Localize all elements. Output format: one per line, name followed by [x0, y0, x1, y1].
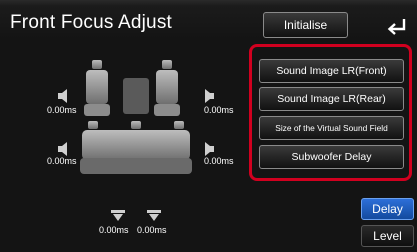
page-title: Front Focus Adjust	[10, 12, 173, 33]
car-seats-graphic	[80, 60, 192, 174]
sound-image-front-button[interactable]: Sound Image LR(Front)	[259, 59, 404, 83]
subwoofer-right-value[interactable]: 0.00ms	[137, 225, 167, 235]
tab-delay[interactable]: Delay	[361, 198, 414, 220]
tab-level[interactable]: Level	[361, 225, 414, 247]
speaker-rear-left-value[interactable]: 0.00ms	[47, 156, 77, 166]
speaker-front-left-value[interactable]: 0.00ms	[47, 105, 77, 115]
subwoofer-delay-button[interactable]: Subwoofer Delay	[259, 145, 404, 169]
subwoofer-left-value[interactable]: 0.00ms	[99, 225, 129, 235]
speaker-rear-right-icon	[205, 142, 214, 156]
sound-image-rear-button[interactable]: Sound Image LR(Rear)	[259, 87, 404, 111]
back-button[interactable]	[381, 14, 413, 38]
initialise-button[interactable]: Initialise	[263, 12, 348, 38]
speaker-front-right-icon	[205, 89, 214, 103]
back-arrow-icon	[387, 19, 406, 35]
subwoofer-right-icon	[147, 210, 161, 221]
screen: Front Focus Adjust Initialise 0.00ms 0.0…	[0, 0, 417, 252]
subwoofer-left-icon	[111, 210, 125, 221]
speaker-front-right-value[interactable]: 0.00ms	[204, 105, 234, 115]
speaker-front-left-icon	[58, 89, 67, 103]
virtual-sound-field-size-button[interactable]: Size of the Virtual Sound Field	[259, 116, 404, 140]
speaker-rear-right-value[interactable]: 0.00ms	[204, 156, 234, 166]
speaker-rear-left-icon	[58, 142, 67, 156]
